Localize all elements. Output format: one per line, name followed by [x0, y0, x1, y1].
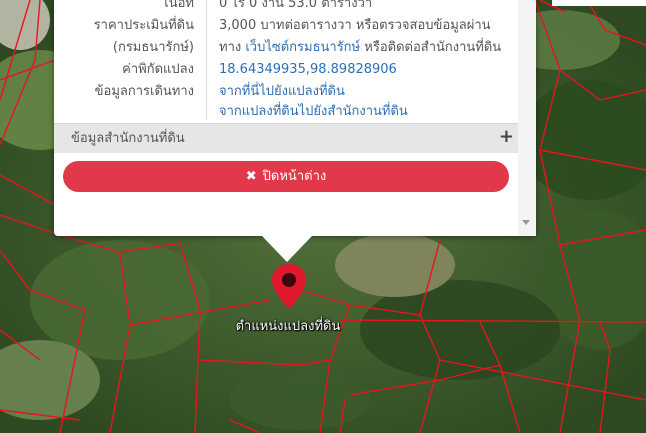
popup-pointer — [262, 236, 312, 262]
location-pin-icon[interactable] — [270, 262, 308, 312]
treasury-label: (กรมธนารักษ์) — [112, 40, 194, 55]
land-office-section-header[interactable]: ข้อมูลสำนักงานที่ดิน + — [54, 123, 518, 153]
treasury-value-suffix: หรือติดต่อสำนักงานที่ดิน — [364, 40, 502, 55]
treasury-value-prefix: ทาง — [219, 40, 242, 55]
treasury-website-link[interactable]: เว็บไซต์กรมธนารักษ์ — [245, 40, 360, 55]
travel-row: ข้อมูลการเดินทาง จากที่นี่ไปยังแปลงที่ดิ… — [54, 81, 518, 103]
close-icon: ✖ — [245, 169, 257, 184]
area-label: เนื้อที่ — [164, 0, 194, 11]
close-window-button[interactable]: ✖ ปิดหน้าต่าง — [63, 161, 509, 192]
coordinates-label: ค่าพิกัดแปลง — [122, 62, 194, 77]
area-row: เนื้อที่ 0 ไร่ 0 งาน 53.0 ตารางวา — [54, 0, 518, 15]
route-to-office-link[interactable]: จากแปลงที่ดินไปยังสำนักงานที่ดิน — [219, 101, 408, 123]
travel-row-2: จากแปลงที่ดินไปยังสำนักงานที่ดิน — [54, 101, 518, 123]
area-value: 0 ไร่ 0 งาน 53.0 ตารางวา — [219, 0, 373, 11]
travel-label: ข้อมูลการเดินทาง — [94, 84, 194, 99]
parcel-info-popup: เนื้อที่ 0 ไร่ 0 งาน 53.0 ตารางวา ราคาปร… — [54, 0, 536, 236]
map-control-edge — [552, 0, 646, 6]
land-office-section-label: ข้อมูลสำนักงานที่ดิน — [71, 131, 185, 146]
expand-plus-icon[interactable]: + — [499, 124, 514, 150]
treasury-value: ทาง เว็บไซต์กรมธนารักษ์ หรือติดต่อสำนักง… — [219, 37, 501, 59]
coordinates-row: ค่าพิกัดแปลง 18.64349935,98.89828906 — [54, 59, 518, 81]
appraisal-value: 3,000 บาทต่อตารางวา หรือตรวจสอบข้อมูลผ่า… — [219, 18, 491, 33]
route-to-parcel-link[interactable]: จากที่นี่ไปยังแปลงที่ดิน — [219, 81, 345, 103]
close-window-label: ปิดหน้าต่าง — [262, 169, 327, 184]
scroll-down-icon[interactable] — [522, 220, 530, 225]
appraisal-row: ราคาประเมินที่ดิน 3,000 บาทต่อตารางวา หร… — [54, 15, 518, 37]
appraisal-label: ราคาประเมินที่ดิน — [93, 18, 194, 33]
coordinates-link[interactable]: 18.64349935,98.89828906 — [219, 59, 397, 81]
popup-scrollbar[interactable] — [518, 0, 536, 236]
treasury-row: (กรมธนารักษ์) ทาง เว็บไซต์กรมธนารักษ์ หร… — [54, 37, 518, 59]
marker-label: ตำแหน่งแปลงที่ดิน — [235, 319, 341, 334]
